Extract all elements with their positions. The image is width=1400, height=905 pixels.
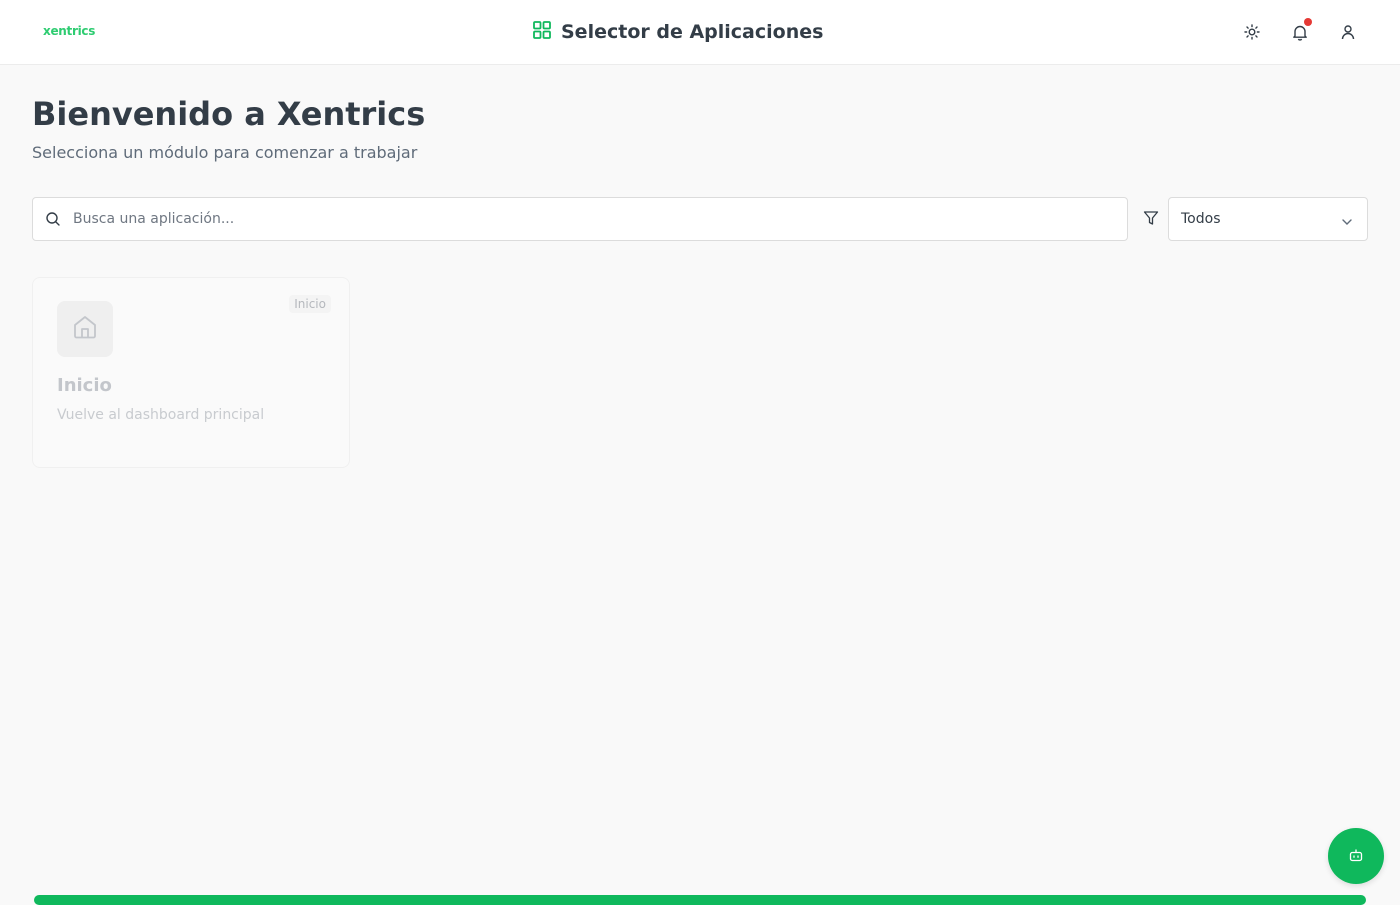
grid-icon	[533, 21, 551, 43]
home-icon	[72, 314, 98, 344]
bot-icon	[1349, 847, 1363, 866]
notification-dot	[1304, 18, 1312, 26]
search-input[interactable]	[73, 198, 1113, 240]
app-card-badge: Inicio	[289, 295, 331, 313]
category-select[interactable]: Todos	[1168, 197, 1368, 241]
welcome-heading: Bienvenido a Xentrics	[32, 95, 426, 133]
app-card-icon-tile	[57, 301, 113, 357]
top-bar: xentrics Selector de Aplicaciones	[0, 0, 1400, 65]
app-card-inicio[interactable]: Inicio Inicio Vuelve al dashboard princi…	[32, 277, 350, 468]
app-card-title: Inicio	[57, 375, 112, 396]
welcome-subtitle: Selecciona un módulo para comenzar a tra…	[32, 143, 418, 162]
header-actions	[1240, 18, 1360, 44]
filter-icon[interactable]	[1143, 210, 1159, 230]
bell-icon[interactable]	[1288, 18, 1312, 44]
assistant-button[interactable]	[1328, 828, 1384, 884]
user-icon[interactable]	[1336, 20, 1360, 44]
page-title: Selector de Aplicaciones	[561, 21, 824, 43]
app-card-description: Vuelve al dashboard principal	[57, 407, 265, 423]
bottom-accent-bar	[34, 895, 1366, 905]
category-select-value: Todos	[1181, 211, 1221, 227]
page-header-title: Selector de Aplicaciones	[533, 20, 823, 44]
search-bar	[32, 197, 1128, 241]
search-icon	[45, 211, 61, 231]
chevron-down-icon	[1341, 214, 1353, 230]
sun-icon[interactable]	[1240, 20, 1264, 44]
logo[interactable]: xentrics	[43, 24, 95, 38]
